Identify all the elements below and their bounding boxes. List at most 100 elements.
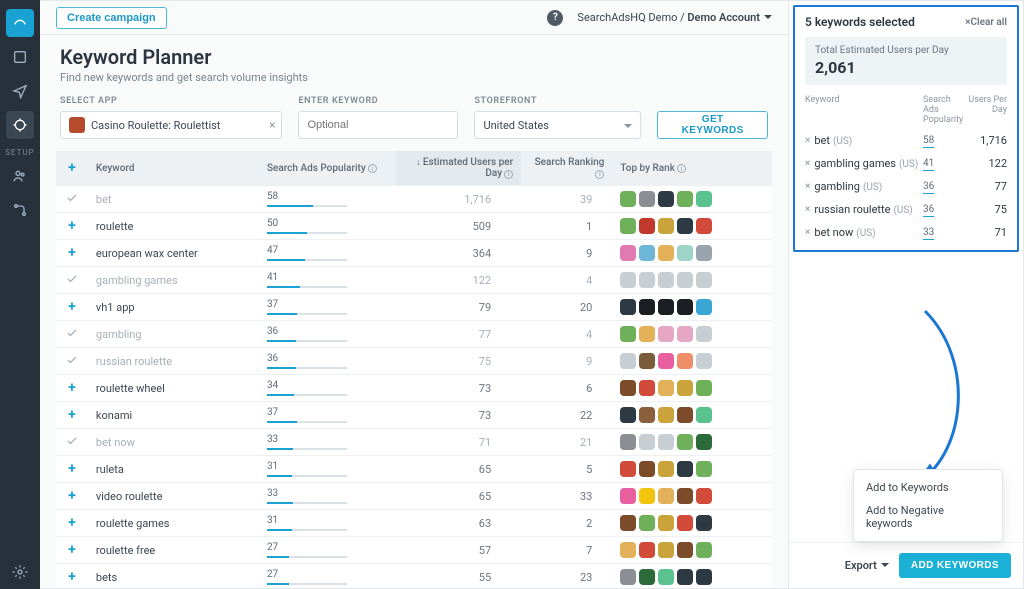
top-apps-cell [612, 240, 772, 267]
table-row[interactable]: +roulette games31632 [56, 510, 772, 537]
main-panel: Create campaign ? SearchAdsHQ Demo / Dem… [40, 0, 789, 589]
users-cell: 79 [396, 294, 521, 321]
remove-keyword-icon[interactable]: × [805, 135, 810, 146]
add-keywords-popover: Add to Keywords Add to Negative keywords [853, 469, 1003, 542]
rank-cell: 9 [521, 240, 612, 267]
selected-check-icon[interactable] [66, 329, 78, 342]
table-row[interactable]: +ruleta31655 [56, 456, 772, 483]
keyword-input[interactable] [298, 111, 458, 139]
popover-add-keywords[interactable]: Add to Keywords [854, 476, 1002, 499]
popover-add-negative[interactable]: Add to Negative keywords [854, 499, 1002, 535]
table-row[interactable]: bet581,71639 [56, 186, 772, 213]
table-row[interactable]: +bets275523 [56, 564, 772, 589]
add-keywords-button[interactable]: ADD KEYWORDS [899, 553, 1011, 578]
table-row[interactable]: +roulette free27577 [56, 537, 772, 564]
add-keyword-icon[interactable]: + [68, 488, 76, 504]
table-row[interactable]: gambling games411224 [56, 267, 772, 294]
selected-check-icon[interactable] [66, 437, 78, 450]
selected-keyword-users: 75 [965, 203, 1007, 216]
storefront-dropdown[interactable]: United States [474, 111, 641, 139]
account-prefix: SearchAdsHQ Demo / [577, 11, 687, 24]
remove-keyword-icon[interactable]: × [805, 158, 810, 169]
selected-keyword-name: bet(US) [814, 134, 923, 147]
selected-keyword-name: gambling games(US) [814, 157, 923, 170]
get-keywords-button[interactable]: GET KEYWORDS [657, 111, 768, 139]
help-icon[interactable]: ? [547, 10, 563, 26]
nav-flow-icon[interactable] [6, 196, 34, 224]
remove-keyword-icon[interactable]: × [805, 204, 810, 215]
selected-check-icon[interactable] [66, 356, 78, 369]
table-row[interactable]: +vh1 app377920 [56, 294, 772, 321]
add-keyword-icon[interactable]: + [68, 461, 76, 477]
rank-cell: 6 [521, 375, 612, 402]
popularity-cell: 33 [259, 429, 396, 456]
selected-keyword-pop: 41 [923, 156, 965, 171]
top-apps-cell [612, 510, 772, 537]
add-keyword-icon[interactable]: + [68, 542, 76, 558]
export-dropdown[interactable]: Export [845, 559, 889, 572]
nav-send-icon[interactable] [6, 77, 34, 105]
nav-users-icon[interactable] [6, 162, 34, 190]
table-row[interactable]: bet now337121 [56, 429, 772, 456]
users-cell: 77 [396, 321, 521, 348]
logo-icon[interactable] [6, 9, 34, 37]
rank-cell: 5 [521, 456, 612, 483]
table-row[interactable]: russian roulette36759 [56, 348, 772, 375]
popularity-cell: 31 [259, 456, 396, 483]
add-keyword-icon[interactable]: + [68, 515, 76, 531]
add-keyword-icon[interactable]: + [68, 299, 76, 315]
keyword-cell: roulette [88, 213, 259, 240]
table-row[interactable]: gambling36774 [56, 321, 772, 348]
popularity-cell: 58 [259, 186, 396, 213]
add-keyword-icon[interactable]: + [68, 569, 76, 585]
top-apps-cell [612, 402, 772, 429]
select-app-dropdown[interactable]: Casino Roulette: Roulettist × [60, 111, 282, 139]
add-keyword-icon[interactable]: + [68, 245, 76, 261]
clear-all-link[interactable]: ×Clear all [965, 17, 1007, 28]
settings-icon[interactable] [6, 558, 34, 586]
selected-keyword-users: 122 [965, 157, 1007, 170]
rank-cell: 4 [521, 321, 612, 348]
table-row[interactable]: +konami377322 [56, 402, 772, 429]
users-cell: 65 [396, 483, 521, 510]
account-switcher[interactable]: SearchAdsHQ Demo / Demo Account [577, 11, 772, 24]
nav-dashboard-icon[interactable] [6, 43, 34, 71]
keywords-table: + Keyword Search Ads Popularityi ↓Estima… [56, 151, 772, 588]
add-keyword-icon[interactable]: + [68, 380, 76, 396]
remove-keyword-icon[interactable]: × [805, 181, 810, 192]
keyword-cell: bet [88, 186, 259, 213]
selected-keyword-pop: 33 [923, 225, 965, 240]
col-popularity: Search Ads Popularityi [259, 151, 396, 186]
clear-app-icon[interactable]: × [269, 118, 275, 132]
popularity-cell: 50 [259, 213, 396, 240]
rank-cell: 20 [521, 294, 612, 321]
users-cell: 73 [396, 402, 521, 429]
keyword-cell: vh1 app [88, 294, 259, 321]
selected-keyword-pop: 36 [923, 202, 965, 217]
app-icon [69, 117, 85, 133]
rank-cell: 7 [521, 537, 612, 564]
selected-keyword-row: ×bet(US)581,716 [805, 133, 1007, 148]
rank-cell: 21 [521, 429, 612, 456]
table-row[interactable]: +european wax center473649 [56, 240, 772, 267]
add-all-icon[interactable]: + [68, 160, 76, 176]
selected-check-icon[interactable] [66, 275, 78, 288]
add-keyword-icon[interactable]: + [68, 407, 76, 423]
top-apps-cell [612, 294, 772, 321]
table-row[interactable]: +roulette wheel34736 [56, 375, 772, 402]
create-campaign-button[interactable]: Create campaign [56, 7, 167, 29]
selected-check-icon[interactable] [66, 194, 78, 207]
total-value: 2,061 [815, 58, 997, 77]
popularity-cell: 34 [259, 375, 396, 402]
keyword-cell: european wax center [88, 240, 259, 267]
top-apps-cell [612, 429, 772, 456]
chevron-down-icon [764, 15, 772, 23]
nav-target-icon[interactable] [6, 111, 34, 139]
add-keyword-icon[interactable]: + [68, 218, 76, 234]
table-row[interactable]: +video roulette336533 [56, 483, 772, 510]
users-cell: 509 [396, 213, 521, 240]
table-row[interactable]: +roulette505091 [56, 213, 772, 240]
remove-keyword-icon[interactable]: × [805, 227, 810, 238]
rank-cell: 22 [521, 402, 612, 429]
rank-cell: 23 [521, 564, 612, 589]
